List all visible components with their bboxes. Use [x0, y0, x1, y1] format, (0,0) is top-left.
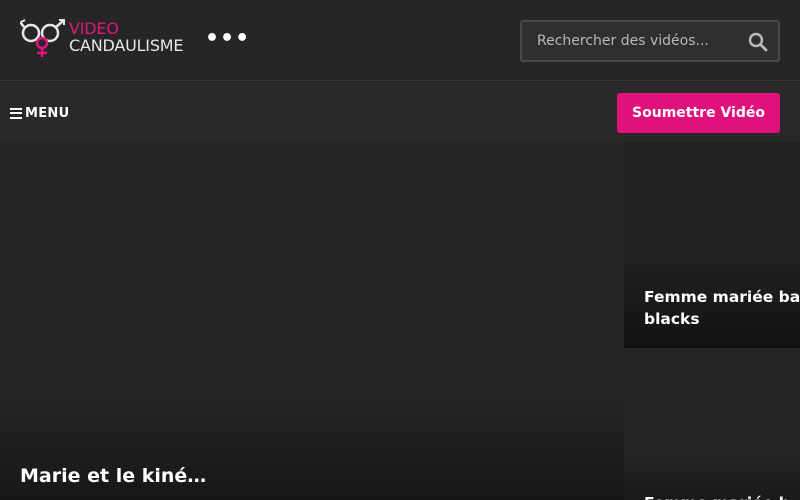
candaulisme-logo-icon — [20, 19, 65, 57]
video-title: Marie et le kiné… — [20, 465, 207, 487]
video-card[interactable]: Femme mariée b — [624, 348, 800, 500]
menu-bar: MENU Soumettre Vidéo — [0, 82, 800, 142]
video-title: Femme mariée ba blacks — [644, 288, 800, 328]
menu-label: MENU — [25, 105, 70, 121]
site-logo[interactable]: VIDEO CANDAULISME — [20, 18, 190, 60]
hamburger-icon — [10, 107, 22, 119]
menu-button[interactable]: MENU — [10, 104, 69, 122]
logo-line1: VIDEO — [69, 19, 119, 38]
search-icon[interactable] — [748, 32, 768, 52]
top-header: VIDEO CANDAULISME ••• — [0, 0, 800, 81]
video-card[interactable]: Femme mariée ba blacks — [624, 142, 800, 348]
video-grid: Marie et le kiné… Femme mariée ba blacks… — [0, 142, 800, 500]
video-title: Femme mariée b — [644, 492, 800, 500]
logo-text: VIDEO CANDAULISME — [69, 20, 183, 54]
ellipsis-icon[interactable]: ••• — [205, 28, 249, 50]
logo-line2: CANDAULISME — [69, 36, 184, 55]
search-box — [520, 20, 780, 62]
video-card-featured[interactable]: Marie et le kiné… — [0, 142, 624, 500]
search-input[interactable] — [522, 22, 742, 60]
submit-video-button[interactable]: Soumettre Vidéo — [617, 93, 780, 133]
